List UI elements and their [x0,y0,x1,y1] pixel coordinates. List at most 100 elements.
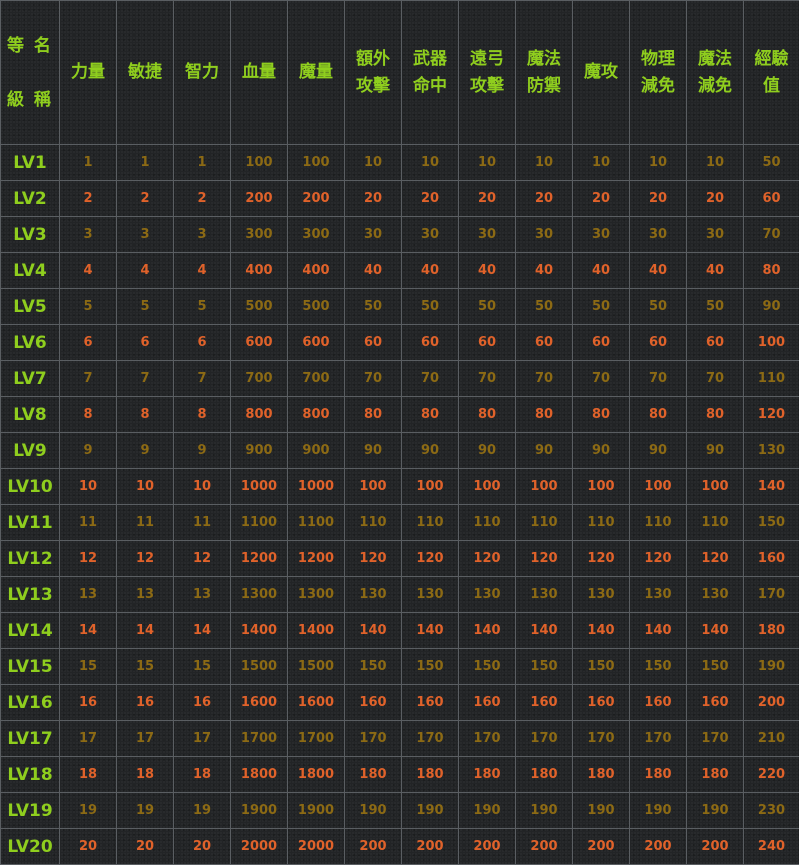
stat-value-cell: 9 [59,432,117,469]
stat-value-cell: 110 [515,504,573,541]
stat-value-cell: 20 [515,180,573,217]
level-cell: LV9 [0,432,60,469]
stat-value-cell: 170 [458,720,516,757]
stat-value-cell: 30 [572,216,630,253]
level-cell: LV7 [0,360,60,397]
level-cell: LV11 [0,504,60,541]
stat-value-cell: 50 [401,288,459,325]
stat-value-cell: 170 [743,576,799,613]
stat-value-cell: 190 [458,792,516,829]
stat-value-cell: 18 [173,756,231,793]
stat-value-cell: 70 [344,360,402,397]
stat-value-cell: 120 [344,540,402,577]
stat-value-cell: 140 [344,612,402,649]
stat-value-cell: 40 [515,252,573,289]
stat-value-cell: 70 [686,360,744,397]
stat-value-cell: 600 [287,324,345,361]
stat-value-cell: 110 [572,504,630,541]
stat-value-cell: 200 [686,828,744,865]
stat-value-cell: 170 [686,720,744,757]
stat-value-cell: 50 [515,288,573,325]
stat-value-cell: 19 [59,792,117,829]
stat-value-cell: 130 [686,576,744,613]
stat-value-cell: 1900 [230,792,288,829]
stat-value-cell: 70 [572,360,630,397]
stat-value-cell: 1 [116,144,174,181]
stat-value-cell: 6 [116,324,174,361]
stat-value-cell: 140 [629,612,687,649]
stat-value-cell: 10 [116,468,174,505]
stat-value-cell: 20 [629,180,687,217]
stat-value-cell: 1 [59,144,117,181]
stat-value-cell: 80 [344,396,402,433]
stat-value-cell: 400 [230,252,288,289]
stat-value-cell: 90 [686,432,744,469]
header-line: 智力 [185,62,219,82]
stat-value-cell: 1100 [230,504,288,541]
table-row: LV15 15 15 15 1500 1500 150 150 150 150 150 150 150 1… [0,648,799,685]
stat-value-cell: 30 [344,216,402,253]
stat-value-cell: 15 [173,648,231,685]
stat-value-cell: 13 [116,576,174,613]
stat-value-cell: 13 [173,576,231,613]
stat-value-cell: 50 [629,288,687,325]
stat-value-cell: 70 [401,360,459,397]
stat-value-cell: 6 [173,324,231,361]
stat-value-cell: 100 [401,468,459,505]
header-line: 魔法 [698,48,732,69]
stat-value-cell: 18 [59,756,117,793]
stat-value-cell: 130 [629,576,687,613]
stat-value-cell: 1300 [230,576,288,613]
stat-value-cell: 1500 [287,648,345,685]
stat-value-cell: 190 [686,792,744,829]
table-row: LV17 17 17 17 1700 1700 170 170 170 170 170 170 170 2… [0,720,799,757]
stat-value-cell: 300 [230,216,288,253]
stat-value-cell: 17 [59,720,117,757]
table-row: LV14 14 14 14 1400 1400 140 140 140 140 140 140 140 1… [0,612,799,649]
table-row: LV8 8 8 8 800 800 80 80 80 80 80 80 80 120 [0,396,799,433]
stat-value-cell: 100 [458,468,516,505]
stat-value-cell: 17 [173,720,231,757]
stat-value-cell: 600 [230,324,288,361]
stat-value-cell: 1 [173,144,231,181]
stat-value-cell: 90 [629,432,687,469]
level-cell: LV3 [0,216,60,253]
level-cell: LV17 [0,720,60,757]
stat-value-cell: 60 [458,324,516,361]
header-magic-defense: 魔法 防禦 [515,0,573,145]
stat-value-cell: 230 [743,792,799,829]
stat-value-cell: 10 [401,144,459,181]
level-cell: LV12 [0,540,60,577]
stat-value-cell: 8 [173,396,231,433]
stat-value-cell: 5 [173,288,231,325]
level-cell: LV14 [0,612,60,649]
stat-value-cell: 4 [59,252,117,289]
table-row: LV12 12 12 12 1200 1200 120 120 120 120 120 120 120 1… [0,540,799,577]
stat-value-cell: 50 [458,288,516,325]
stat-value-cell: 60 [401,324,459,361]
stat-value-cell: 3 [173,216,231,253]
stat-value-cell: 200 [629,828,687,865]
level-cell: LV5 [0,288,60,325]
stat-value-cell: 80 [743,252,799,289]
stat-value-cell: 160 [515,684,573,721]
stat-value-cell: 14 [173,612,231,649]
header-agi: 敏捷 [116,0,174,145]
stat-value-cell: 150 [629,648,687,685]
level-cell: LV2 [0,180,60,217]
stat-value-cell: 140 [515,612,573,649]
stat-value-cell: 400 [287,252,345,289]
header-physical-reduction: 物理 減免 [629,0,687,145]
header-ranged-attack: 遠弓 攻擊 [458,0,516,145]
level-cell: LV19 [0,792,60,829]
stat-value-cell: 140 [458,612,516,649]
stat-value-cell: 80 [572,396,630,433]
stat-value-cell: 180 [344,756,402,793]
stat-value-cell: 1300 [287,576,345,613]
stat-value-cell: 11 [59,504,117,541]
stat-value-cell: 100 [572,468,630,505]
header-hp: 血量 [230,0,288,145]
stat-value-cell: 10 [458,144,516,181]
stat-value-cell: 120 [401,540,459,577]
table-row: LV6 6 6 6 600 600 60 60 60 60 60 60 60 100 [0,324,799,361]
